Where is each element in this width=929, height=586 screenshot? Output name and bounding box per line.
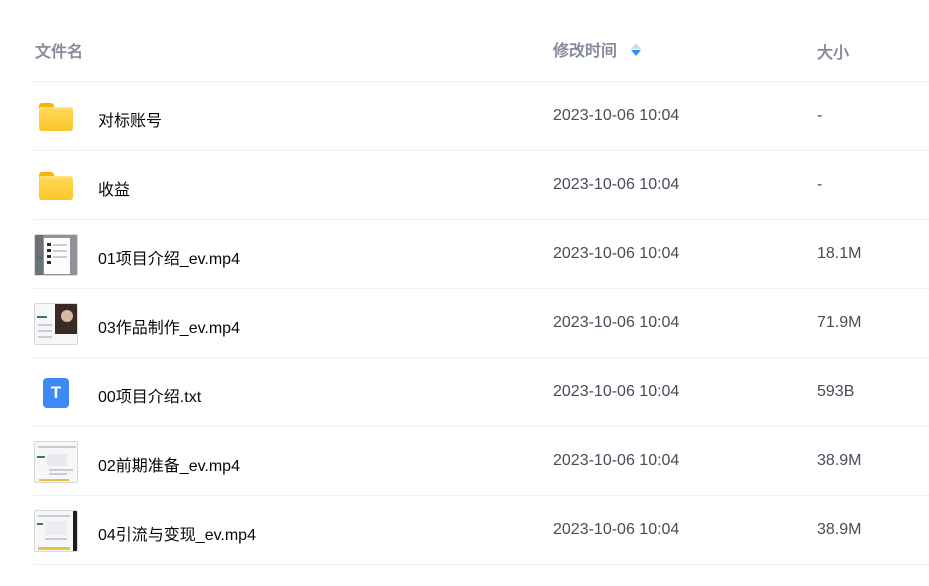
video-thumbnail-icon <box>33 302 79 345</box>
file-modified-time: 2023-10-06 10:04 <box>553 107 680 124</box>
file-size: 38.9M <box>817 452 862 469</box>
file-modified-time: 2023-10-06 10:04 <box>553 245 680 262</box>
file-size: 71.9M <box>817 314 862 331</box>
file-row[interactable]: 收益 2023-10-06 10:04 - <box>33 151 929 220</box>
folder-icon <box>33 164 79 207</box>
file-name[interactable]: 04引流与变现_ev.mp4 <box>98 521 256 545</box>
file-row[interactable]: 04引流与变现_ev.mp4 2023-10-06 10:04 38.9M <box>33 496 929 565</box>
file-name[interactable]: 00项目介绍.txt <box>98 383 201 407</box>
file-row[interactable]: 对标账号 2023-10-06 10:04 - <box>33 82 929 151</box>
column-header-size[interactable]: 大小 <box>817 39 849 63</box>
file-modified-time: 2023-10-06 10:04 <box>553 176 680 193</box>
text-file-icon: T <box>33 371 79 414</box>
file-size: 38.9M <box>817 521 862 538</box>
file-name[interactable]: 收益 <box>98 176 130 200</box>
folder-icon <box>33 95 79 138</box>
column-header-name[interactable]: 文件名 <box>35 38 83 62</box>
file-row[interactable]: 02前期准备_ev.mp4 2023-10-06 10:04 38.9M <box>33 427 929 496</box>
file-row[interactable]: 01项目介绍_ev.mp4 2023-10-06 10:04 18.1M <box>33 220 929 289</box>
column-header-modified-time-label: 修改时间 <box>553 43 618 60</box>
file-size: - <box>817 107 823 124</box>
file-name[interactable]: 02前期准备_ev.mp4 <box>98 452 240 476</box>
file-row[interactable]: 03作品制作_ev.mp4 2023-10-06 10:04 71.9M <box>33 289 929 358</box>
file-size: - <box>817 176 823 193</box>
file-name[interactable]: 01项目介绍_ev.mp4 <box>98 245 240 269</box>
file-list-header: 文件名 修改时间 大小 <box>33 14 929 82</box>
file-name[interactable]: 对标账号 <box>98 107 162 131</box>
file-size: 18.1M <box>817 245 862 262</box>
file-modified-time: 2023-10-06 10:04 <box>553 452 680 469</box>
file-modified-time: 2023-10-06 10:04 <box>553 383 680 400</box>
file-list: 文件名 修改时间 大小 对标账号 2023-10-06 10:04 - 收益 2… <box>33 14 929 565</box>
file-name[interactable]: 03作品制作_ev.mp4 <box>98 314 240 338</box>
file-size: 593B <box>817 383 855 400</box>
sort-icon[interactable] <box>631 42 642 56</box>
column-header-modified-time[interactable]: 修改时间 <box>553 37 642 61</box>
video-thumbnail-icon <box>33 509 79 552</box>
file-row[interactable]: T 00项目介绍.txt 2023-10-06 10:04 593B <box>33 358 929 427</box>
file-modified-time: 2023-10-06 10:04 <box>553 314 680 331</box>
file-modified-time: 2023-10-06 10:04 <box>553 521 680 538</box>
video-thumbnail-icon <box>33 440 79 483</box>
video-thumbnail-icon <box>33 233 79 276</box>
